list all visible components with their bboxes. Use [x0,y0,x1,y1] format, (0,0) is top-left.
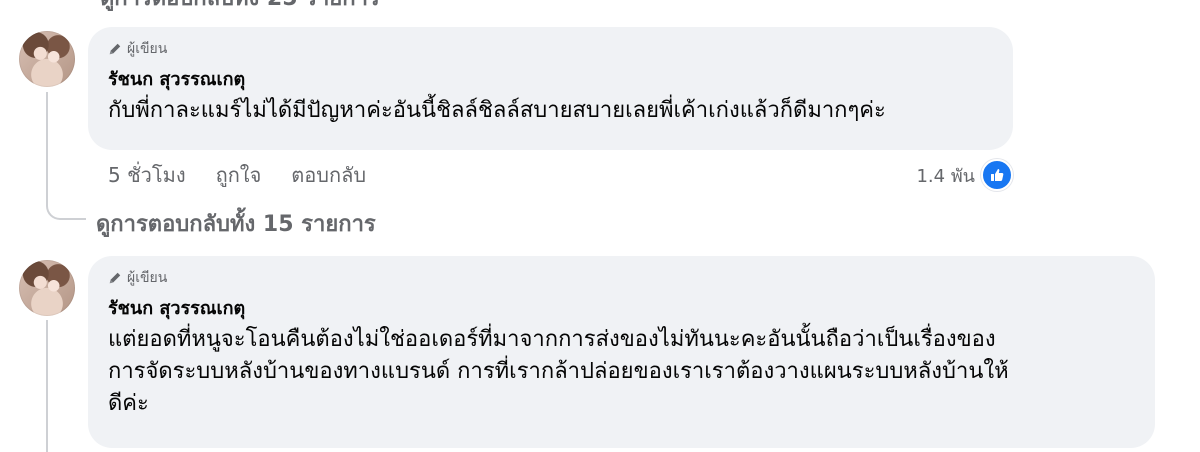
author-badge: ผู้เขียน [108,268,1135,288]
pen-icon [109,43,121,55]
avatar[interactable] [19,31,75,87]
comment-bubble: ผู้เขียน รัชนก สุวรรณเกตุ แต่ยอดที่หนูจะ… [88,256,1155,448]
comment-text-line: ดีค่ะ [108,391,149,416]
author-badge-label: ผู้เขียน [127,270,168,286]
comment-text: แต่ยอดที่หนูจะโอนคืนต้องไม่ใช่ออเดอร์ที่… [108,324,1135,420]
author-name[interactable]: รัชนก สุวรรณเกตุ [108,67,993,93]
comment-text-line: การจัดระบบหลังบ้านของทางแบรนด์ การที่เรา… [108,359,1009,384]
pen-icon [109,272,121,284]
reaction-summary[interactable]: 1.4 พัน [916,159,1013,191]
thread-connector [46,196,86,220]
comment-bubble: ผู้เขียน รัชนก สุวรรณเกตุ กับพี่กาละแมร์… [88,27,1013,150]
view-replies-link[interactable]: ดูการตอบกลับทั้ง 15 รายการ [96,206,376,241]
comment-text-line: แต่ยอดที่หนูจะโอนคืนต้องไม่ใช่ออเดอร์ที่… [108,327,996,352]
previous-view-replies-link[interactable]: ดูการตอบกลับทั้ง 25 รายการ [100,0,380,15]
timestamp[interactable]: 5 ชั่วโมง [108,159,186,191]
like-button[interactable]: ถูกใจ [216,159,262,191]
thread-line [46,320,48,452]
reply-button[interactable]: ตอบกลับ [291,159,366,191]
thread-line [46,92,48,198]
like-icon [981,159,1013,191]
comment-text: กับพี่กาละแมร์ไม่ได้มีปัญหาค่ะอันนี้ชิลล… [108,98,886,123]
author-badge-label: ผู้เขียน [127,41,168,57]
avatar[interactable] [19,260,75,316]
reaction-count: 1.4 พัน [916,165,975,187]
author-name[interactable]: รัชนก สุวรรณเกตุ [108,296,1135,322]
comment-actions: 5 ชั่วโมง ถูกใจ ตอบกลับ 1.4 พัน [108,159,1013,191]
author-badge: ผู้เขียน [108,39,993,59]
